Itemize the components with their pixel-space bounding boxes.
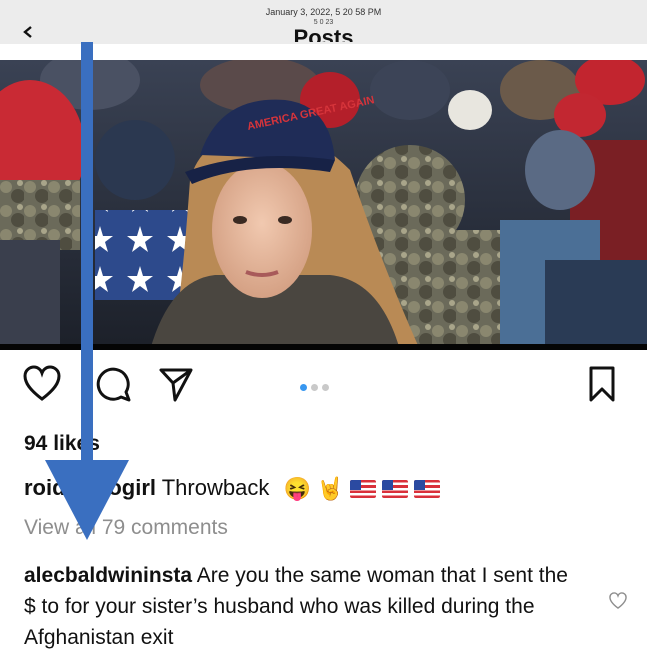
comment-username[interactable]: alecbaldwininsta [24,564,192,587]
likes-count[interactable]: 94 likes [24,432,100,456]
comment-like-heart-icon[interactable] [608,592,628,610]
caption-emoji-row: 😝 🤘 [283,476,441,502]
page-title: Posts [293,25,354,42]
us-flag-icon [382,480,409,499]
carousel-dot [311,384,318,391]
post-photo[interactable]: AMERICA GREAT AGAIN [0,60,647,350]
carousel-dot [322,384,329,391]
share-icon[interactable] [158,365,194,403]
bookmark-icon[interactable] [586,365,618,403]
squinting-tongue-emoji: 😝 [283,476,311,502]
photo-border [0,344,647,350]
comment-icon[interactable] [96,365,132,403]
heart-icon[interactable] [22,365,62,403]
rock-on-emoji: 🤘 [316,476,345,502]
carousel-dots [300,384,329,391]
us-flag-icon [414,480,441,499]
view-all-comments-link[interactable]: View all 79 comments [24,516,228,540]
comment-item: alecbaldwininsta Are you the same woman … [24,560,584,653]
caption-text: Throwback [161,475,270,500]
crowd-photo-illustration: AMERICA GREAT AGAIN [0,60,647,350]
carousel-dot-active [300,384,307,391]
post-caption: roidowyogirl Throwback 😝 🤘 [24,475,441,502]
us-flag-icon [350,480,377,499]
caption-username[interactable]: roidowyogirl [24,475,156,500]
screenshot-timestamp: January 3, 2022, 5 20 58 PM [265,7,382,17]
